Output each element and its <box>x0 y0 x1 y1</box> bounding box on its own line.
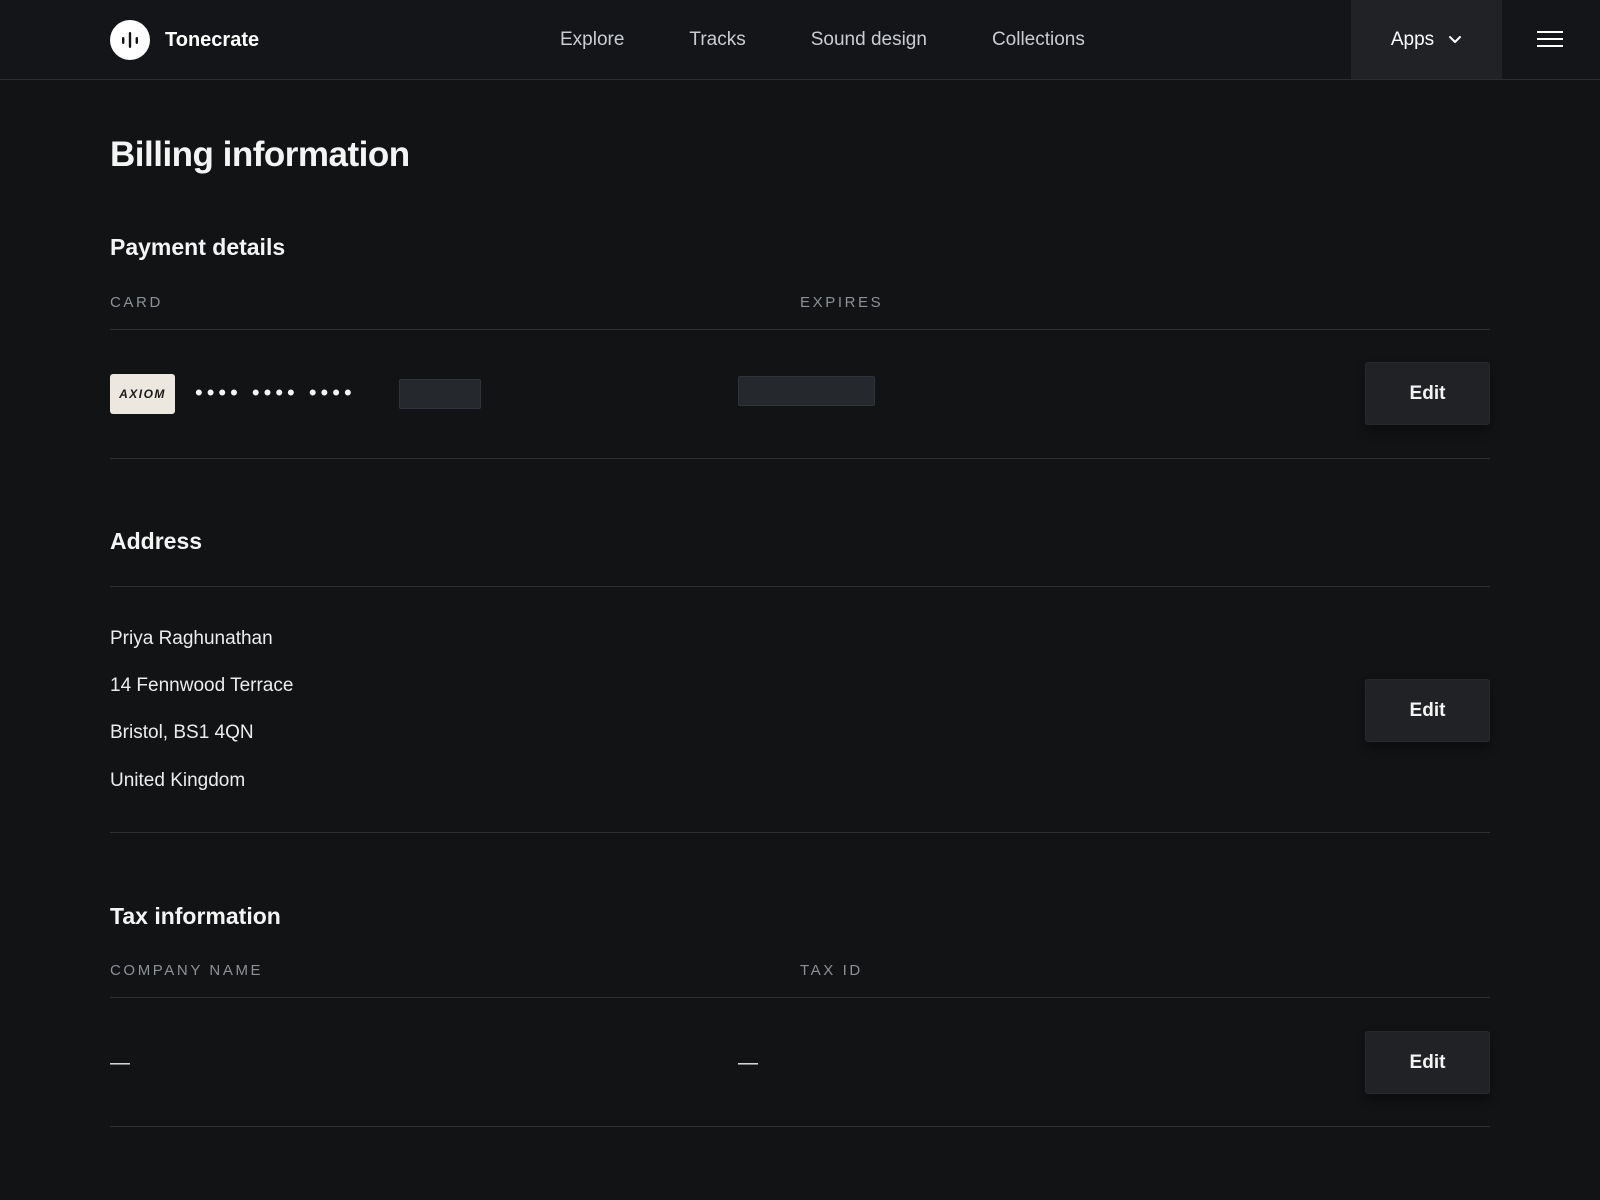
nav-sound-design[interactable]: Sound design <box>811 29 927 51</box>
divider <box>110 997 1490 998</box>
address-country: United Kingdom <box>110 770 246 791</box>
divider <box>110 458 1490 459</box>
hamburger-menu-icon <box>1537 30 1563 51</box>
apps-label: Apps <box>1390 28 1435 50</box>
divider <box>110 586 1490 587</box>
address-street: 14 Fennwood Terrace <box>110 675 294 696</box>
company-name-value: — <box>110 1052 130 1074</box>
tax-information-title: Tax information <box>110 903 281 929</box>
tax-id-column-label: TAX ID <box>800 962 863 979</box>
edit-payment-button[interactable]: Edit <box>1365 362 1490 425</box>
tax-id-value: — <box>738 1052 758 1074</box>
edit-tax-button[interactable]: Edit <box>1365 1031 1490 1094</box>
nav-tracks[interactable]: Tracks <box>689 29 745 51</box>
payment-details-title: Payment details <box>110 234 286 260</box>
company-name-column-label: COMPANY NAME <box>110 962 264 979</box>
apps-dropdown-button[interactable]: Apps <box>1351 0 1502 79</box>
card-brand-badge: AXIOM <box>110 374 175 414</box>
brand-name: Tonecrate <box>165 28 260 51</box>
card-column-label: CARD <box>110 294 163 311</box>
card-expiry-redacted <box>738 376 875 406</box>
page-title: Billing information <box>110 135 410 174</box>
divider <box>110 329 1490 330</box>
waveform-logo-icon <box>110 20 150 60</box>
divider <box>110 832 1490 833</box>
nav-collections[interactable]: Collections <box>992 29 1085 51</box>
brand-link[interactable]: Tonecrate <box>110 20 259 60</box>
edit-address-button[interactable]: Edit <box>1365 679 1490 742</box>
card-number-mask: •••• •••• •••• <box>195 380 356 405</box>
nav-explore[interactable]: Explore <box>560 29 624 51</box>
address-city: Bristol, BS1 4QN <box>110 722 254 743</box>
card-last-digits-redacted <box>399 379 481 409</box>
address-name: Priya Raghunathan <box>110 628 273 649</box>
divider <box>110 1126 1490 1127</box>
main-nav: Explore Tracks Sound design Collections <box>560 0 1150 80</box>
chevron-down-icon <box>1448 35 1462 45</box>
address-title: Address <box>110 528 203 554</box>
hamburger-menu-button[interactable] <box>1530 22 1570 58</box>
expires-column-label: EXPIRES <box>800 294 884 311</box>
top-navigation: Tonecrate Explore Tracks Sound design Co… <box>0 0 1600 80</box>
